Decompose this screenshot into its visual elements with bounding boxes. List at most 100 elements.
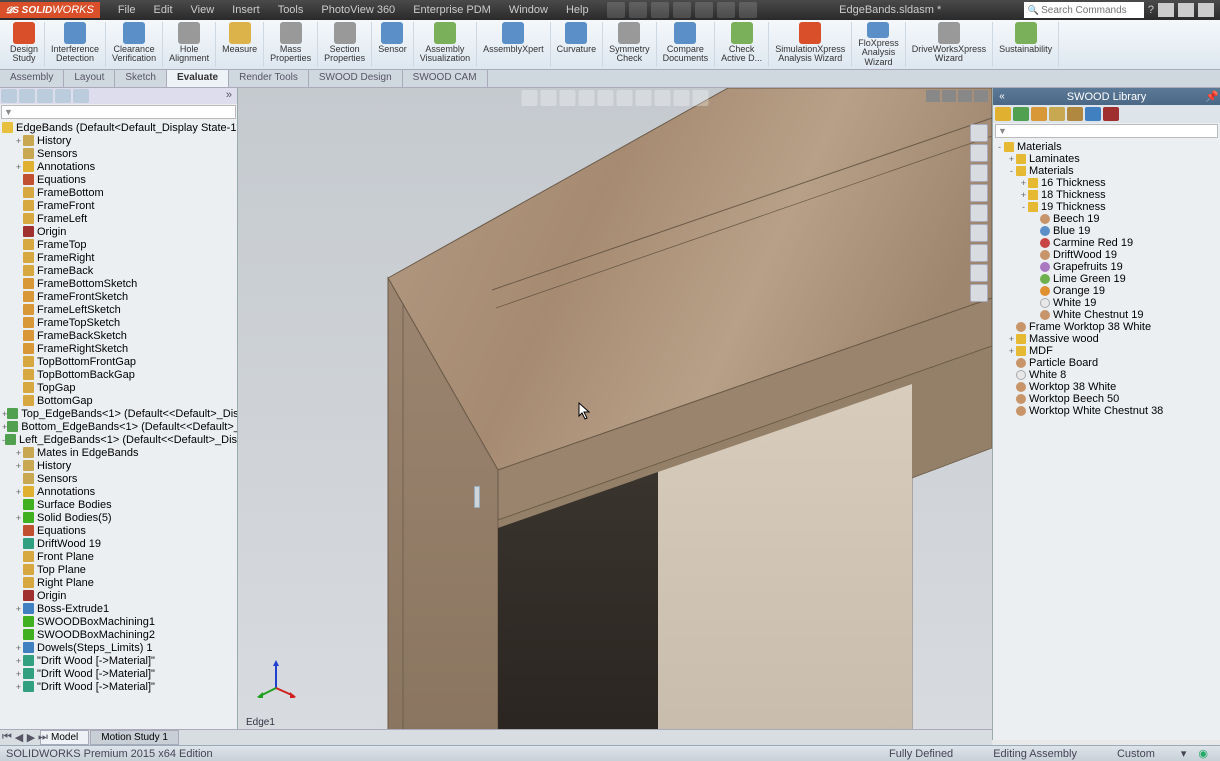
taskpane-design-lib-icon[interactable] — [970, 144, 988, 162]
taskpane-appearances-icon[interactable] — [970, 204, 988, 222]
zoom-fit-icon[interactable] — [522, 90, 538, 106]
tree-item[interactable]: EdgeBands (Default<Default_Display State… — [2, 121, 235, 134]
ribbon-sensor[interactable]: Sensor — [372, 22, 414, 67]
status-rebuild-icon[interactable]: ▾ — [1175, 747, 1193, 760]
tab-nav-prev-icon[interactable]: ◀ — [14, 731, 24, 744]
search-commands-input[interactable] — [1041, 5, 1140, 16]
library-item[interactable]: +Laminates — [995, 153, 1218, 165]
tree-item[interactable]: +"Drift Wood [->Material]" — [2, 654, 235, 667]
tree-item[interactable]: +Bottom_EdgeBands<1> (Default<<Default>_… — [2, 420, 235, 433]
ribbon-assembly[interactable]: AssemblyVisualization — [414, 22, 477, 67]
library-item[interactable]: Frame Worktop 38 White — [995, 321, 1218, 333]
library-item[interactable]: Particle Board — [995, 357, 1218, 369]
ribbon-design[interactable]: DesignStudy — [4, 22, 45, 67]
taskpane-extra-icon[interactable] — [970, 284, 988, 302]
tree-item[interactable]: Top Plane — [2, 563, 235, 576]
ribbon-assemblyxpert[interactable]: AssemblyXpert — [477, 22, 551, 67]
lib-tab-materials-icon[interactable] — [995, 107, 1011, 121]
status-units[interactable]: Custom — [1097, 748, 1175, 760]
qat-print-icon[interactable] — [673, 2, 691, 18]
ribbon-check[interactable]: CheckActive D... — [715, 22, 769, 67]
library-item[interactable]: -19 Thickness — [995, 201, 1218, 213]
lib-tab-edges-icon[interactable] — [1067, 107, 1083, 121]
library-item[interactable]: +Massive wood — [995, 333, 1218, 345]
tree-item[interactable]: +Annotations — [2, 485, 235, 498]
ribbon-measure[interactable]: Measure — [216, 22, 264, 67]
feature-filter-input[interactable]: ▼ — [1, 105, 236, 119]
cmd-tab-render-tools[interactable]: Render Tools — [229, 70, 309, 87]
tree-item[interactable]: FrameFrontSketch — [2, 290, 235, 303]
tree-item[interactable]: +Boss-Extrude1 — [2, 602, 235, 615]
tree-item[interactable]: +"Drift Wood [->Material]" — [2, 680, 235, 693]
library-item[interactable]: Worktop Beech 50 — [995, 393, 1218, 405]
library-item[interactable]: White 19 — [995, 297, 1218, 309]
taskpane-file-explorer-icon[interactable] — [970, 164, 988, 182]
taskpane-forum-icon[interactable] — [970, 264, 988, 282]
tree-item[interactable]: +Dowels(Steps_Limits) 1 — [2, 641, 235, 654]
taskpane-custom-props-icon[interactable] — [970, 224, 988, 242]
tree-item[interactable]: Sensors — [2, 472, 235, 485]
cmd-tab-swood-design[interactable]: SWOOD Design — [309, 70, 403, 87]
vp-min-icon[interactable] — [926, 90, 940, 102]
lib-toggle-icon[interactable]: + — [1019, 190, 1028, 200]
cmd-tab-assembly[interactable]: Assembly — [0, 70, 64, 87]
tree-toggle-icon[interactable]: + — [14, 669, 23, 679]
lib-toggle-icon[interactable]: - — [1007, 166, 1016, 176]
library-item[interactable]: +18 Thickness — [995, 189, 1218, 201]
menu-window[interactable]: Window — [501, 2, 556, 18]
vp-max-icon[interactable] — [942, 90, 956, 102]
tree-item[interactable]: FrameBottom — [2, 186, 235, 199]
tree-item[interactable]: Equations — [2, 173, 235, 186]
qat-save-icon[interactable] — [651, 2, 669, 18]
cmd-tab-swood-cam[interactable]: SWOOD CAM — [403, 70, 488, 87]
library-filter-input[interactable]: ▼ — [995, 124, 1218, 138]
qat-options-icon[interactable] — [739, 2, 757, 18]
menu-help[interactable]: Help — [558, 2, 597, 18]
ribbon-sustainability[interactable]: Sustainability — [993, 22, 1059, 67]
tree-item[interactable]: SWOODBoxMachining1 — [2, 615, 235, 628]
library-item[interactable]: +16 Thickness — [995, 177, 1218, 189]
library-item[interactable]: DriftWood 19 — [995, 249, 1218, 261]
tab-nav-last-icon[interactable]: ⏭ — [38, 731, 48, 744]
ribbon-symmetry[interactable]: SymmetryCheck — [603, 22, 657, 67]
graphics-viewport[interactable]: Edge1 — [238, 88, 992, 740]
lib-tab-profiles-icon[interactable] — [1049, 107, 1065, 121]
library-item[interactable]: Orange 19 — [995, 285, 1218, 297]
lib-tab-panels-icon[interactable] — [1013, 107, 1029, 121]
prev-view-icon[interactable] — [560, 90, 576, 106]
ribbon-floxpress[interactable]: FloXpressAnalysisWizard — [852, 22, 906, 67]
tree-item[interactable]: FrameBackSketch — [2, 329, 235, 342]
tree-item[interactable]: SWOODBoxMachining2 — [2, 628, 235, 641]
tree-toggle-icon[interactable]: + — [14, 136, 23, 146]
tree-item[interactable]: FrameTop — [2, 238, 235, 251]
library-item[interactable]: Worktop 38 White — [995, 381, 1218, 393]
tree-item[interactable]: BottomGap — [2, 394, 235, 407]
qat-rebuild-icon[interactable] — [717, 2, 735, 18]
tree-toggle-icon[interactable]: + — [14, 448, 23, 458]
lib-tab-frames-icon[interactable] — [1031, 107, 1047, 121]
lib-toggle-icon[interactable]: + — [1007, 154, 1016, 164]
menu-insert[interactable]: Insert — [224, 2, 268, 18]
tree-toggle-icon[interactable]: + — [14, 461, 23, 471]
lib-toggle-icon[interactable]: + — [1007, 346, 1016, 356]
taskpane-swood-icon[interactable] — [970, 244, 988, 262]
tree-item[interactable]: Origin — [2, 589, 235, 602]
tree-item[interactable]: FrameRight — [2, 251, 235, 264]
zoom-area-icon[interactable] — [541, 90, 557, 106]
tree-item[interactable]: FrameLeft — [2, 212, 235, 225]
tree-item[interactable]: TopGap — [2, 381, 235, 394]
close-button[interactable]: ✕ — [1198, 3, 1214, 17]
ribbon-hole[interactable]: HoleAlignment — [163, 22, 216, 67]
fm-tab-dim-icon[interactable] — [55, 89, 71, 103]
tree-item[interactable]: FrameLeftSketch — [2, 303, 235, 316]
library-item[interactable]: -Materials — [995, 165, 1218, 177]
view-settings-icon[interactable] — [693, 90, 709, 106]
tree-toggle-icon[interactable]: + — [14, 643, 23, 653]
library-item[interactable]: Lime Green 19 — [995, 273, 1218, 285]
ribbon-clearance[interactable]: ClearanceVerification — [106, 22, 163, 67]
section-view-icon[interactable] — [579, 90, 595, 106]
ribbon-mass[interactable]: MassProperties — [264, 22, 318, 67]
lib-toggle-icon[interactable]: - — [1019, 202, 1028, 212]
qat-new-icon[interactable] — [607, 2, 625, 18]
lib-toggle-icon[interactable]: + — [1019, 178, 1028, 188]
